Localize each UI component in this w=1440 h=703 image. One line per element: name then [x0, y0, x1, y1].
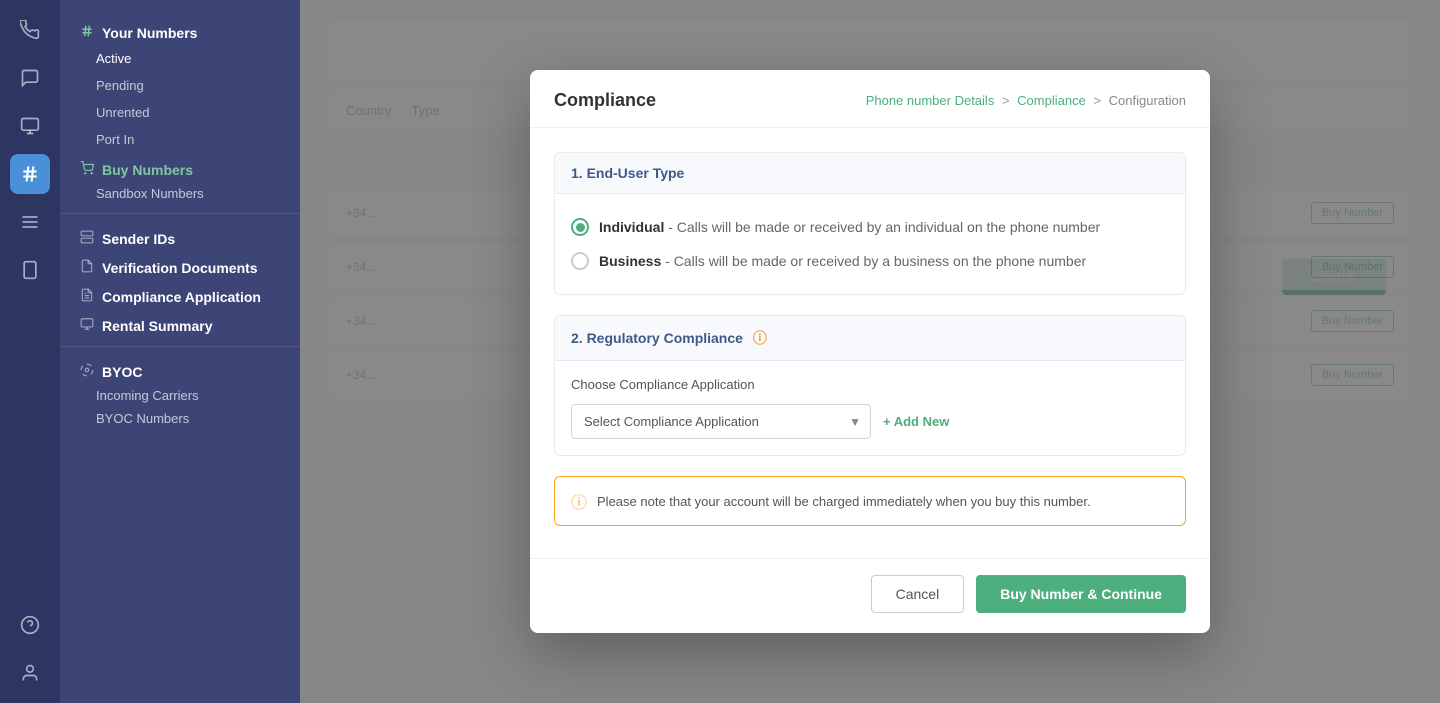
breadcrumb-step1: Phone number Details	[866, 93, 995, 108]
section2-header: 2. Regulatory Compliance ⓘ	[555, 316, 1185, 361]
sidebar-item-active[interactable]: Active	[60, 45, 300, 72]
hash-icon[interactable]	[10, 154, 50, 194]
menu-icon[interactable]	[10, 202, 50, 242]
radio-individual-label: Individual - Calls will be made or recei…	[599, 219, 1100, 235]
warning-text: Please note that your account will be ch…	[597, 494, 1091, 509]
hash-grid-icon	[80, 24, 94, 41]
radio-business-label: Business - Calls will be made or receive…	[599, 253, 1086, 269]
section1-header: 1. End-User Type	[555, 153, 1185, 194]
breadcrumb-sep1: >	[1002, 93, 1010, 108]
section-regulatory-compliance: 2. Regulatory Compliance ⓘ Choose Compli…	[554, 315, 1186, 456]
main-content: Country Type Search +34... Co... 0 Buy N…	[300, 0, 1440, 703]
add-new-link[interactable]: + Add New	[883, 414, 949, 429]
modal-overlay: Compliance Phone number Details > Compli…	[300, 0, 1440, 703]
section1-body: Individual - Calls will be made or recei…	[555, 194, 1185, 294]
compliance-application-select[interactable]: Select Compliance Application	[571, 404, 871, 439]
compliance-row: Select Compliance Application ▼ + Add Ne…	[571, 404, 1169, 439]
phone2-icon[interactable]	[10, 250, 50, 290]
screen-icon[interactable]	[10, 106, 50, 146]
sender-icon	[80, 230, 94, 247]
sidebar-verification-docs[interactable]: Verification Documents	[60, 251, 300, 280]
buy-number-continue-button[interactable]: Buy Number & Continue	[976, 575, 1186, 613]
warning-icon: ⓘ	[571, 489, 587, 513]
radio-business[interactable]: Business - Calls will be made or receive…	[571, 244, 1169, 278]
select-wrapper: Select Compliance Application ▼	[571, 404, 871, 439]
compliance-choose-label: Choose Compliance Application	[571, 377, 1169, 392]
modal-breadcrumb: Phone number Details > Compliance > Conf…	[866, 93, 1186, 108]
user-icon[interactable]	[10, 653, 50, 693]
sidebar: Your Numbers Active Pending Unrented Por…	[60, 0, 300, 703]
compliance-icon	[80, 288, 94, 305]
breadcrumb-step2: Compliance	[1017, 93, 1086, 108]
modal-title: Compliance	[554, 90, 656, 111]
chat-icon[interactable]	[10, 58, 50, 98]
section2-body: Choose Compliance Application Select Com…	[555, 361, 1185, 455]
radio-individual[interactable]: Individual - Calls will be made or recei…	[571, 210, 1169, 244]
icon-bar	[0, 0, 60, 703]
sidebar-incoming-carriers[interactable]: Incoming Carriers	[60, 384, 300, 407]
sidebar-sender-ids[interactable]: Sender IDs	[60, 222, 300, 251]
modal-footer: Cancel Buy Number & Continue	[530, 558, 1210, 633]
sidebar-item-unrented[interactable]: Unrented	[60, 99, 300, 126]
sidebar-item-pending[interactable]: Pending	[60, 72, 300, 99]
radio-individual-circle[interactable]	[571, 218, 589, 236]
sidebar-your-numbers[interactable]: Your Numbers	[60, 16, 300, 45]
sidebar-byoc[interactable]: BYOC	[60, 355, 300, 384]
rental-icon	[80, 317, 94, 334]
breadcrumb-step3: Configuration	[1109, 93, 1186, 108]
sidebar-divider-1	[60, 213, 300, 214]
sidebar-divider-2	[60, 346, 300, 347]
sidebar-rental-summary[interactable]: Rental Summary	[60, 309, 300, 338]
compliance-modal: Compliance Phone number Details > Compli…	[530, 70, 1210, 633]
phone-icon[interactable]	[10, 10, 50, 50]
sidebar-sandbox-numbers[interactable]: Sandbox Numbers	[60, 182, 300, 205]
info-icon: ⓘ	[753, 330, 767, 346]
sidebar-buy-numbers[interactable]: Buy Numbers	[60, 153, 300, 182]
cancel-button[interactable]: Cancel	[871, 575, 965, 613]
breadcrumb-sep2: >	[1093, 93, 1101, 108]
section-end-user-type: 1. End-User Type Individual - Calls will…	[554, 152, 1186, 295]
byoc-icon	[80, 363, 94, 380]
compliance-select-wrapper: Select Compliance Application ▼	[571, 404, 871, 439]
sidebar-compliance-app[interactable]: Compliance Application	[60, 280, 300, 309]
radio-business-circle[interactable]	[571, 252, 589, 270]
warning-box: ⓘ Please note that your account will be …	[554, 476, 1186, 526]
modal-body: 1. End-User Type Individual - Calls will…	[530, 128, 1210, 550]
sidebar-byoc-numbers[interactable]: BYOC Numbers	[60, 407, 300, 430]
modal-header: Compliance Phone number Details > Compli…	[530, 70, 1210, 128]
cart-icon	[80, 161, 94, 178]
doc-icon	[80, 259, 94, 276]
sidebar-item-port-in[interactable]: Port In	[60, 126, 300, 153]
help-icon[interactable]	[10, 605, 50, 645]
